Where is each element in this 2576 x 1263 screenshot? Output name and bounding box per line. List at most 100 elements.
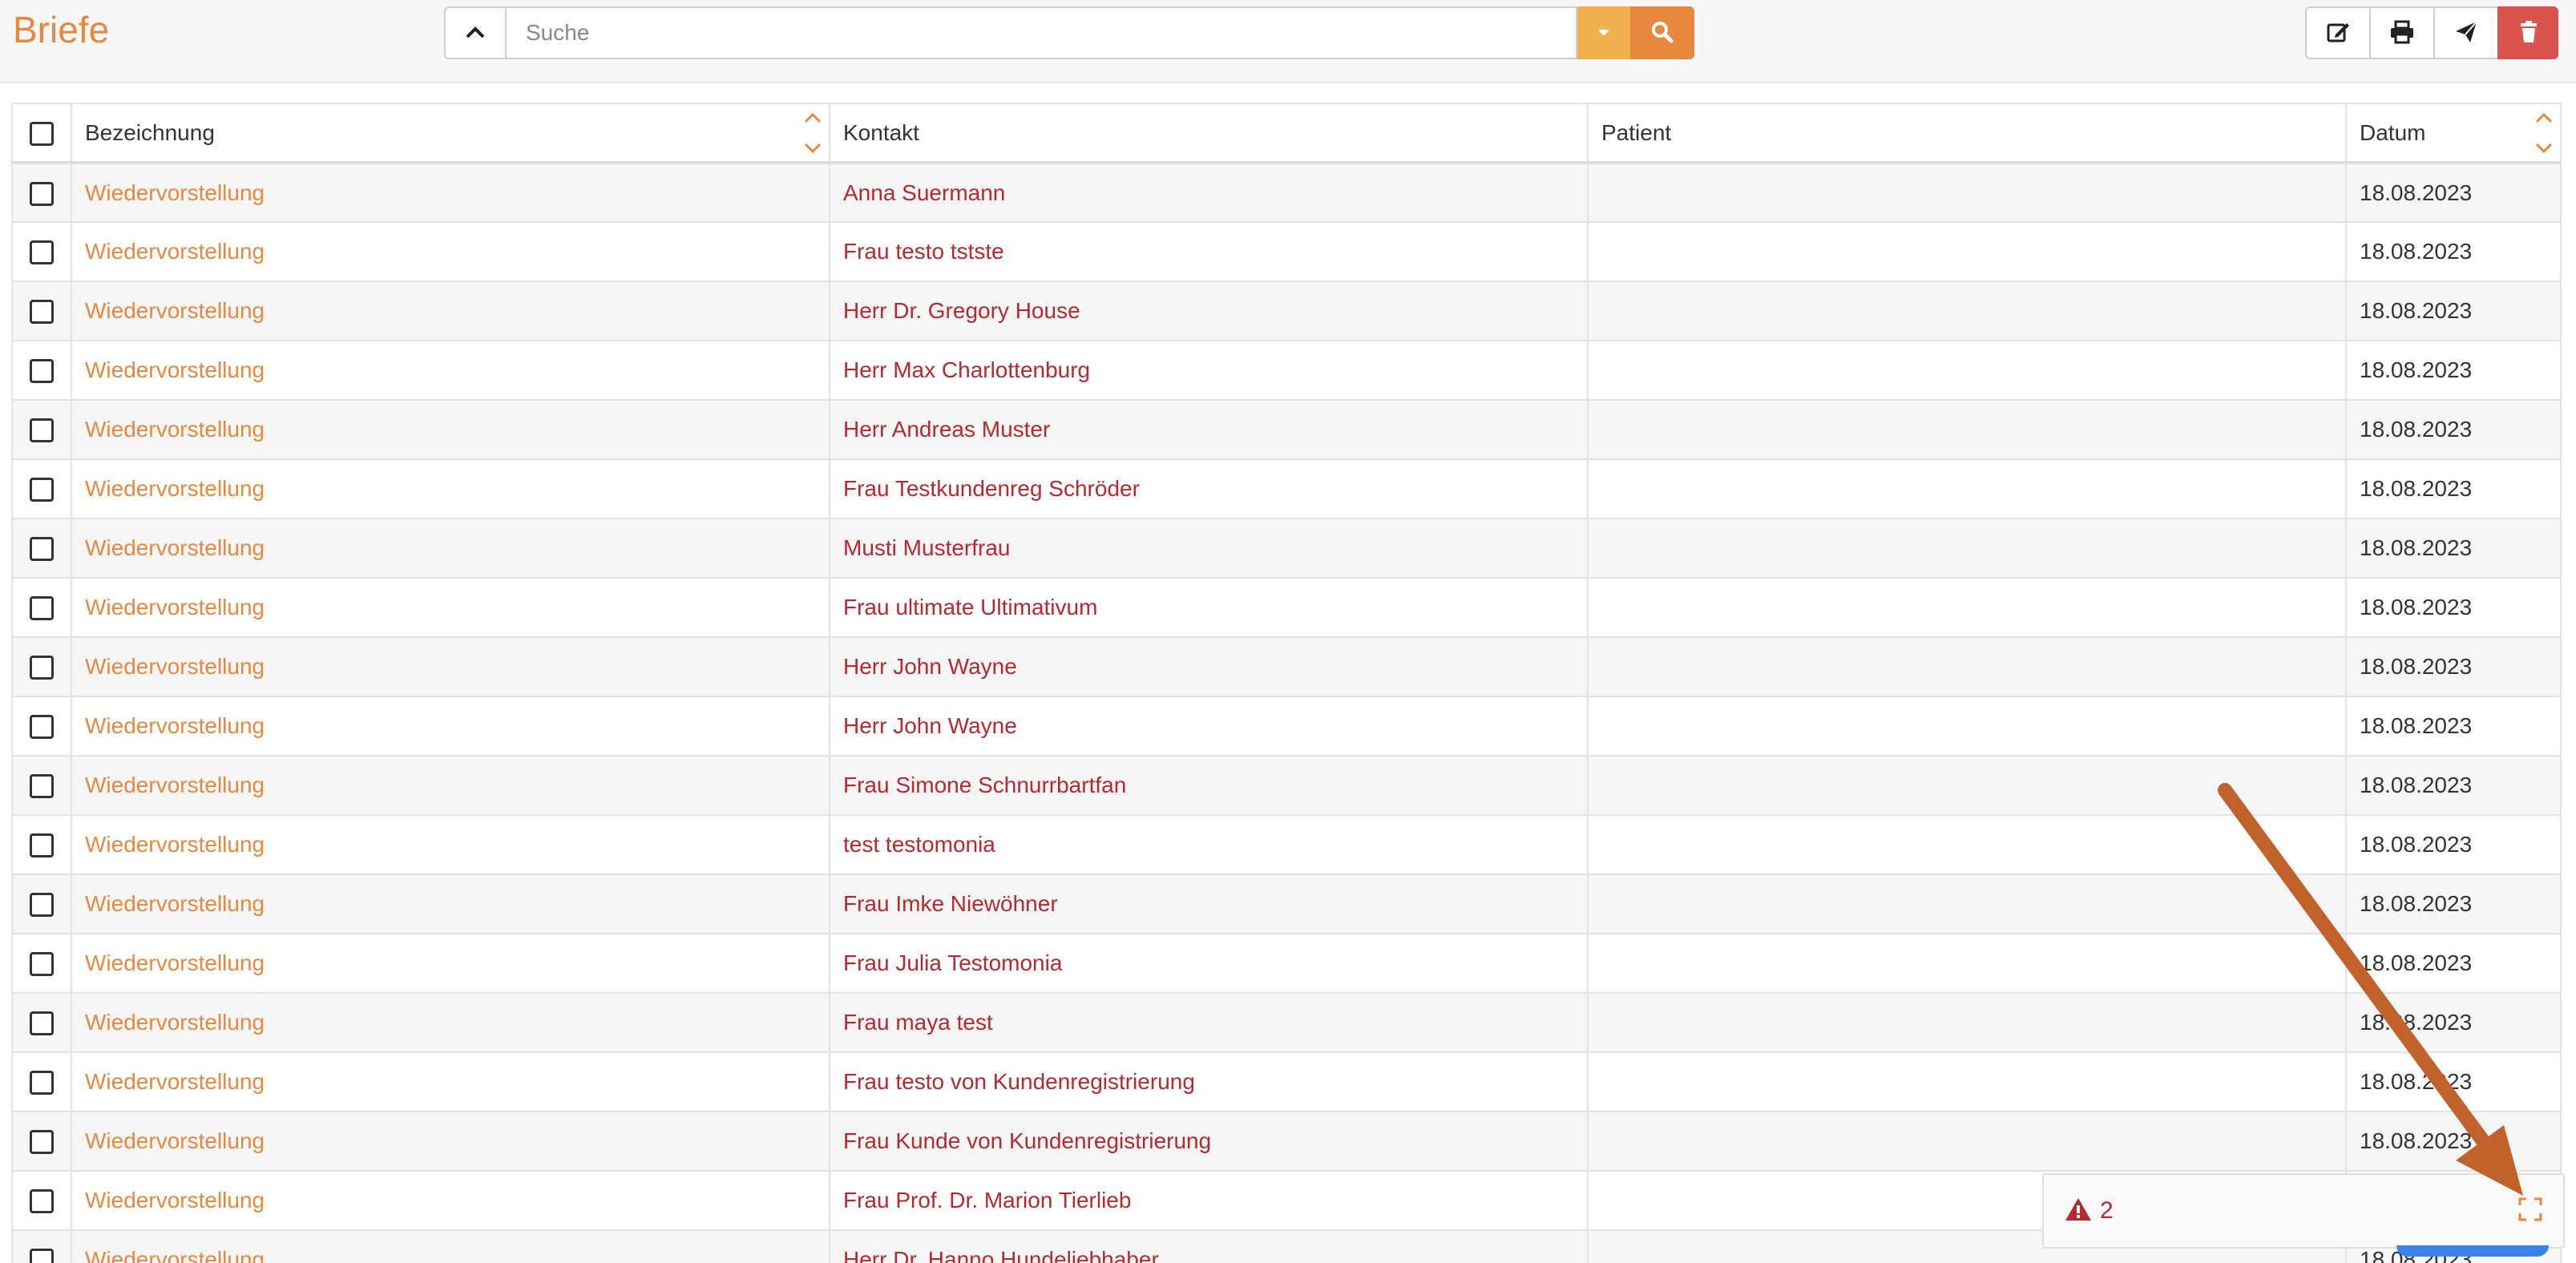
row-checkbox[interactable] — [30, 1011, 54, 1036]
kontakt-cell[interactable]: Herr Dr. Hanno Hundeliebhaber — [829, 1229, 1589, 1263]
table-row[interactable]: Wiedervorstellung Herr Max Charlottenburg… — [11, 340, 2562, 401]
row-checkbox[interactable] — [30, 596, 54, 621]
table-row[interactable]: Wiedervorstellung test testomonia 18.08.20… — [11, 814, 2562, 875]
row-checkbox[interactable] — [30, 537, 54, 562]
table-row[interactable]: Wiedervorstellung Frau Julia Testomonia 18… — [11, 933, 2562, 994]
kontakt-cell[interactable]: Musti Musterfrau — [829, 518, 1589, 579]
send-button[interactable] — [2433, 6, 2497, 59]
bezeichnung-cell[interactable]: Wiedervorstellung — [71, 280, 830, 341]
bezeichnung-cell[interactable]: Wiedervorstellung — [71, 1051, 830, 1112]
bezeichnung-cell[interactable]: Wiedervorstellung — [71, 1111, 830, 1172]
table-row[interactable]: Wiedervorstellung Frau testo von Kundenre… — [11, 1051, 2562, 1112]
row-checkbox[interactable] — [30, 952, 54, 977]
row-checkbox[interactable] — [30, 715, 54, 740]
chat-widget-tab[interactable] — [2396, 1245, 2549, 1257]
kontakt-cell[interactable]: Herr Andreas Muster — [829, 399, 1589, 460]
kontakt-cell[interactable]: Frau Simone Schnurrbartfan — [829, 755, 1589, 816]
kontakt-cell[interactable]: Frau Julia Testomonia — [829, 933, 1589, 994]
bezeichnung-cell[interactable]: Wiedervorstellung — [71, 399, 830, 460]
bezeichnung-cell[interactable]: Wiedervorstellung — [71, 755, 830, 816]
table-row[interactable]: Wiedervorstellung Frau Imke Niewöhner 18.0… — [11, 874, 2562, 934]
table-row[interactable]: Wiedervorstellung Herr Dr. Gregory House 1… — [11, 280, 2562, 341]
bezeichnung-cell[interactable]: Wiedervorstellung — [71, 221, 830, 282]
bezeichnung-cell[interactable]: Wiedervorstellung — [71, 340, 830, 401]
row-select-cell — [11, 636, 72, 697]
row-checkbox[interactable] — [30, 774, 54, 799]
sort-icon[interactable] — [803, 109, 822, 157]
kontakt-cell[interactable]: Frau Imke Niewöhner — [829, 874, 1589, 934]
table-row[interactable]: Wiedervorstellung Frau ultimate Ultimativ… — [11, 577, 2562, 638]
print-button[interactable] — [2369, 6, 2433, 59]
bezeichnung-cell[interactable]: Wiedervorstellung — [71, 814, 830, 875]
table-row[interactable]: Wiedervorstellung Frau Simone Schnurrbart… — [11, 755, 2562, 816]
column-header-bezeichnung[interactable]: Bezeichnung — [71, 103, 830, 164]
row-checkbox[interactable] — [30, 240, 54, 265]
bezeichnung-cell[interactable]: Wiedervorstellung — [71, 636, 830, 697]
row-checkbox[interactable] — [30, 300, 54, 325]
bezeichnung-cell[interactable]: Wiedervorstellung — [71, 1170, 830, 1231]
table-row[interactable]: Wiedervorstellung Frau testo tstste 18.08.… — [11, 221, 2562, 282]
row-checkbox[interactable] — [30, 1130, 54, 1155]
table-row[interactable]: Wiedervorstellung Anna Suermann 18.08.2023 — [11, 162, 2562, 223]
kontakt-cell[interactable]: Herr John Wayne — [829, 696, 1589, 757]
datum-cell: 18.08.2023 — [2345, 636, 2562, 697]
bezeichnung-cell[interactable]: Wiedervorstellung — [71, 874, 830, 934]
row-checkbox[interactable] — [30, 181, 54, 206]
column-header-patient[interactable]: Patient — [1587, 103, 2347, 164]
bezeichnung-cell[interactable]: Wiedervorstellung — [71, 1229, 830, 1263]
kontakt-cell[interactable]: Herr Dr. Gregory House — [829, 280, 1589, 341]
kontakt-cell[interactable]: test testomonia — [829, 814, 1589, 875]
table-row[interactable]: Wiedervorstellung Herr Andreas Muster 18.0… — [11, 399, 2562, 460]
bezeichnung-cell[interactable]: Wiedervorstellung — [71, 992, 830, 1053]
kontakt-cell[interactable]: Frau Prof. Dr. Marion Tierlieb — [829, 1170, 1589, 1231]
column-header-kontakt[interactable]: Kontakt — [829, 103, 1589, 164]
row-checkbox[interactable] — [30, 893, 54, 918]
select-all-checkbox[interactable] — [30, 121, 54, 146]
table-row[interactable]: Wiedervorstellung Frau Testkundenreg Schr… — [11, 458, 2562, 519]
kontakt-cell[interactable]: Frau Kunde von Kundenregistrierung — [829, 1111, 1589, 1172]
kontakt-cell[interactable]: Anna Suermann — [829, 162, 1589, 223]
edit-button[interactable] — [2305, 6, 2369, 59]
delete-button[interactable] — [2497, 6, 2558, 59]
bezeichnung-cell[interactable]: Wiedervorstellung — [71, 696, 830, 757]
bezeichnung-cell[interactable]: Wiedervorstellung — [71, 577, 830, 638]
table-row[interactable]: Wiedervorstellung Herr John Wayne 18.08.20… — [11, 696, 2562, 757]
kontakt-cell[interactable]: Herr Max Charlottenburg — [829, 340, 1589, 401]
kontakt-cell[interactable]: Herr John Wayne — [829, 636, 1589, 697]
caret-down-icon — [1597, 27, 1610, 39]
sort-icon[interactable] — [2534, 109, 2554, 157]
search-button[interactable] — [1630, 6, 1694, 59]
search-bar — [444, 6, 1694, 59]
table-row[interactable]: Wiedervorstellung Herr John Wayne 18.08.20… — [11, 636, 2562, 697]
kontakt-cell[interactable]: Frau Testkundenreg Schröder — [829, 458, 1589, 519]
row-checkbox[interactable] — [30, 359, 54, 384]
row-checkbox[interactable] — [30, 1071, 54, 1096]
bezeichnung-cell[interactable]: Wiedervorstellung — [71, 458, 830, 519]
bezeichnung-cell[interactable]: Wiedervorstellung — [71, 933, 830, 994]
search-input[interactable] — [505, 6, 1577, 59]
bezeichnung-cell[interactable]: Wiedervorstellung — [71, 518, 830, 579]
row-checkbox[interactable] — [30, 1189, 54, 1214]
row-checkbox[interactable] — [30, 418, 54, 443]
table-row[interactable]: Wiedervorstellung Frau Kunde von Kundenre… — [11, 1111, 2562, 1172]
notification-panel[interactable]: 2 — [2042, 1173, 2565, 1249]
letters-table-container: Bezeichnung Kontakt Patient Datum Wieder… — [11, 103, 2562, 1263]
collapse-button[interactable] — [444, 6, 505, 59]
bezeichnung-cell[interactable]: Wiedervorstellung — [71, 162, 830, 223]
row-checkbox[interactable] — [30, 478, 54, 502]
datum-cell: 18.08.2023 — [2345, 458, 2562, 519]
search-options-dropdown-button[interactable] — [1577, 6, 1630, 59]
kontakt-cell[interactable]: Frau testo von Kundenregistrierung — [829, 1051, 1589, 1112]
row-checkbox[interactable] — [30, 833, 54, 858]
row-checkbox[interactable] — [30, 1249, 54, 1263]
page-title: Briefe — [13, 9, 110, 50]
kontakt-cell[interactable]: Frau ultimate Ultimativum — [829, 577, 1589, 638]
table-row[interactable]: Wiedervorstellung Musti Musterfrau 18.08.2… — [11, 518, 2562, 579]
kontakt-cell[interactable]: Frau maya test — [829, 992, 1589, 1053]
column-header-datum[interactable]: Datum — [2345, 103, 2562, 164]
table-row[interactable]: Wiedervorstellung Frau maya test 18.08.202… — [11, 992, 2562, 1053]
expand-icon[interactable] — [2518, 1197, 2542, 1225]
kontakt-cell[interactable]: Frau testo tstste — [829, 221, 1589, 282]
row-select-cell — [11, 399, 72, 460]
row-checkbox[interactable] — [30, 656, 54, 680]
